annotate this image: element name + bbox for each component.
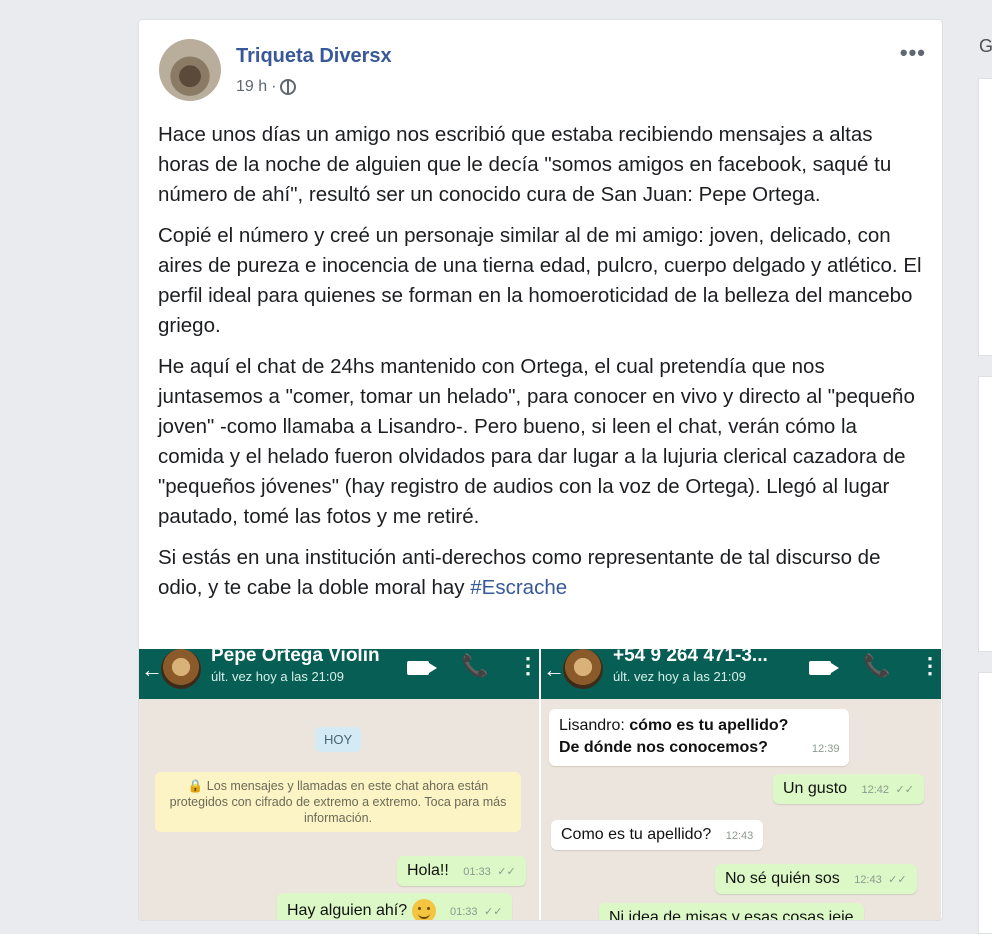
message-time: 12:42 (861, 784, 890, 796)
quoted-text: cómo es tu apellido? (629, 717, 789, 734)
post-paragraph: Hace unos días un amigo nos escribió que… (158, 123, 892, 206)
sidebar-card[interactable] (978, 78, 992, 356)
chat-header: ← +54 9 264 471-3... últ. vez hoy a las … (541, 649, 941, 699)
sidebar-card[interactable] (978, 376, 992, 652)
phone-icon: 📞 (461, 653, 489, 678)
message-time: 12:43 (725, 830, 754, 842)
message-text: Hay alguien ahí? (287, 902, 408, 920)
post-paragraph: Si estás en una institución anti-derecho… (158, 543, 928, 603)
message-time: 01:33 (463, 866, 491, 878)
incoming-message: Como es tu apellido? 12:43 (551, 820, 764, 850)
read-ticks-icon: ✓✓ (497, 866, 516, 878)
outgoing-message: Ni idea de misas y esas cosas jeje (599, 903, 864, 921)
message-text: Un gusto (783, 780, 848, 797)
chat-screenshot-left[interactable]: ← Pepe Ortega Violin últ. vez hoy a las … (139, 649, 539, 920)
sidebar-heading: G (979, 36, 992, 56)
more-options-icon[interactable]: ••• (900, 40, 926, 66)
globe-icon[interactable] (280, 79, 297, 95)
last-seen-status: últ. vez hoy a las 21:09 (613, 669, 746, 684)
read-ticks-icon: ✓✓ (888, 874, 907, 886)
hashtag-link[interactable]: #Escrache (470, 576, 567, 599)
outgoing-message: Hola!! 01:33 ✓✓ (397, 856, 526, 886)
message-time: 12:43 (854, 874, 882, 886)
post-timestamp[interactable]: 19 h (236, 78, 267, 96)
quoted-text: De dónde nos conocemos? (559, 739, 768, 756)
menu-dots-icon: ⋮ (517, 653, 539, 678)
post-text: Hace unos días un amigo nos escribió que… (158, 120, 928, 614)
menu-dots-icon: ⋮ (919, 653, 941, 678)
phone-icon: 📞 (863, 653, 891, 678)
chat-header: ← Pepe Ortega Violin últ. vez hoy a las … (139, 649, 539, 699)
outgoing-message: Hay alguien ahí? 01:33 ✓✓ (277, 893, 513, 920)
outgoing-message: Un gusto 12:42 ✓✓ (773, 774, 924, 804)
post-meta: 19 h · (236, 78, 297, 96)
message-text: Ni idea de misas y esas cosas jeje (609, 909, 854, 921)
contact-name: +54 9 264 471-3... (613, 649, 768, 666)
contact-avatar (161, 649, 201, 689)
message-time: 01:33 (450, 906, 478, 919)
smiley-emoji-icon (411, 899, 436, 920)
contact-avatar (563, 649, 603, 689)
message-text: Como es tu apellido? (561, 826, 712, 843)
page-name-link[interactable]: Triqueta Diversx (236, 45, 392, 68)
read-ticks-icon: ✓✓ (483, 906, 503, 919)
video-call-icon (809, 661, 839, 675)
back-arrow-icon: ← (543, 657, 565, 682)
chat-screenshot-right[interactable]: ← +54 9 264 471-3... últ. vez hoy a las … (541, 649, 941, 921)
message-text: No sé quién sos (725, 870, 840, 887)
post-paragraph: Copié el número y creé un personaje simi… (158, 224, 922, 337)
day-label: HOY (315, 727, 362, 752)
contact-name: Pepe Ortega Violin (211, 649, 380, 666)
incoming-message: Lisandro: cómo es tu apellido? De dónde … (549, 709, 850, 766)
page-avatar[interactable] (159, 39, 221, 101)
meta-separator: · (271, 78, 277, 95)
back-arrow-icon: ← (141, 657, 163, 682)
encryption-notice: 🔒 Los mensajes y llamadas en este chat a… (155, 772, 521, 832)
outgoing-message: No sé quién sos 12:43 ✓✓ (715, 864, 917, 894)
sidebar-card[interactable] (978, 672, 992, 934)
quoted-line: Lisandro: cómo es tu apellido? (559, 715, 839, 737)
feed-post: Triqueta Diversx 19 h · ••• Hace unos dí… (138, 19, 943, 921)
quoted-sender: Lisandro: (559, 717, 630, 734)
video-call-icon (407, 661, 437, 675)
last-seen-status: últ. vez hoy a las 21:09 (211, 669, 344, 684)
quoted-line: De dónde nos conocemos? 12:39 (559, 737, 839, 760)
read-ticks-icon: ✓✓ (895, 784, 914, 796)
post-paragraph: He aquí el chat de 24hs mantenido con Or… (158, 355, 915, 528)
message-text: Hola!! (407, 862, 449, 879)
message-time: 12:39 (811, 743, 840, 755)
